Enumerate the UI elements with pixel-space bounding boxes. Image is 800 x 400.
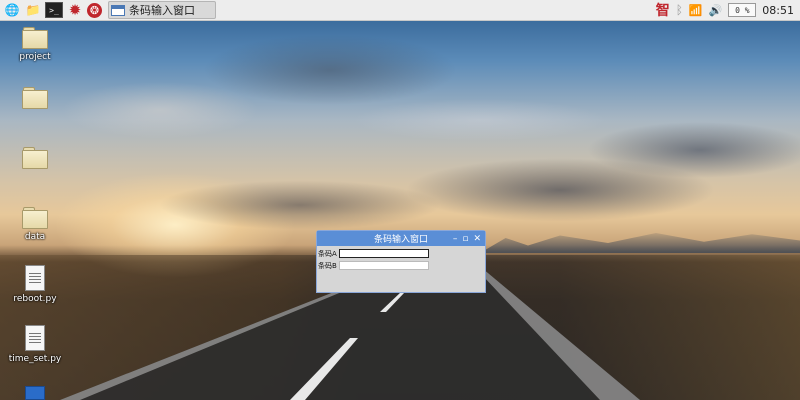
desktop-icon-project[interactable]: project [0, 27, 70, 62]
globe-icon[interactable]: 🌐 [3, 1, 21, 19]
taskbar: 🌐 📁 >_ ✹ ❂ 条码输入窗口 智 ᛒ 📶 🔊 0 % 08:51 [0, 0, 800, 21]
desktop-icon-time-set[interactable]: time_set.py [0, 325, 70, 364]
window-title: 条码输入窗口 [373, 235, 428, 245]
wolfram-icon[interactable]: ❂ [87, 2, 102, 18]
barcode-a-label: 条码A [318, 249, 337, 258]
desktop-icon-label: data [24, 232, 46, 242]
desktop-icon-data[interactable]: data [0, 207, 70, 242]
desktop-icon-folder-3[interactable] [0, 147, 70, 172]
folder-icon [22, 147, 48, 169]
wifi-icon[interactable]: 📶 [689, 4, 703, 17]
wallpaper-road [60, 258, 640, 400]
window-titlebar[interactable]: 条码输入窗口 – ▫ ✕ [317, 231, 485, 246]
close-icon[interactable]: ✕ [473, 234, 481, 244]
ime-icon[interactable]: 智 [656, 0, 670, 20]
folder-icon[interactable]: 📁 [24, 1, 42, 19]
bluetooth-icon[interactable]: ᛒ [676, 3, 683, 17]
minimize-icon[interactable]: – [453, 234, 458, 244]
desktop-icon-folder-2[interactable] [0, 87, 70, 112]
folder-icon [22, 27, 48, 49]
python-file-icon [25, 265, 45, 291]
desktop-icon-label: reboot.py [13, 294, 57, 304]
system-tray: 智 ᛒ 📶 🔊 0 % 08:51 [656, 0, 800, 20]
clock[interactable]: 08:51 [762, 4, 794, 17]
barcode-b-label: 条码B [318, 261, 337, 270]
window-controls: – ▫ ✕ [453, 231, 481, 246]
terminal-icon[interactable]: >_ [45, 2, 63, 18]
barcode-b-row: 条码B [317, 260, 485, 271]
folder-icon [22, 207, 48, 229]
barcode-b-input[interactable] [339, 261, 429, 270]
window-icon [111, 4, 125, 16]
volume-icon[interactable]: 🔊 [709, 4, 723, 17]
desktop-icon-label: project [19, 52, 51, 62]
barcode-a-row: 条码A [317, 248, 485, 259]
python-file-icon [25, 325, 45, 351]
cpu-monitor[interactable]: 0 % [728, 3, 757, 17]
document-icon [25, 386, 45, 400]
barcode-a-input[interactable] [339, 249, 429, 258]
taskbar-window-button[interactable]: 条码输入窗口 [108, 1, 216, 19]
taskbar-window-label: 条码输入窗口 [129, 4, 195, 17]
desktop-icon-reboot[interactable]: reboot.py [0, 265, 70, 304]
folder-icon [22, 87, 48, 109]
maximize-icon[interactable]: ▫ [462, 234, 468, 244]
barcode-input-window: 条码输入窗口 – ▫ ✕ 条码A 条码B [316, 230, 486, 293]
desktop-icon-label: time_set.py [8, 354, 62, 364]
star-burst-icon[interactable]: ✹ [66, 1, 84, 19]
desktop-icon-partial[interactable] [0, 386, 70, 400]
